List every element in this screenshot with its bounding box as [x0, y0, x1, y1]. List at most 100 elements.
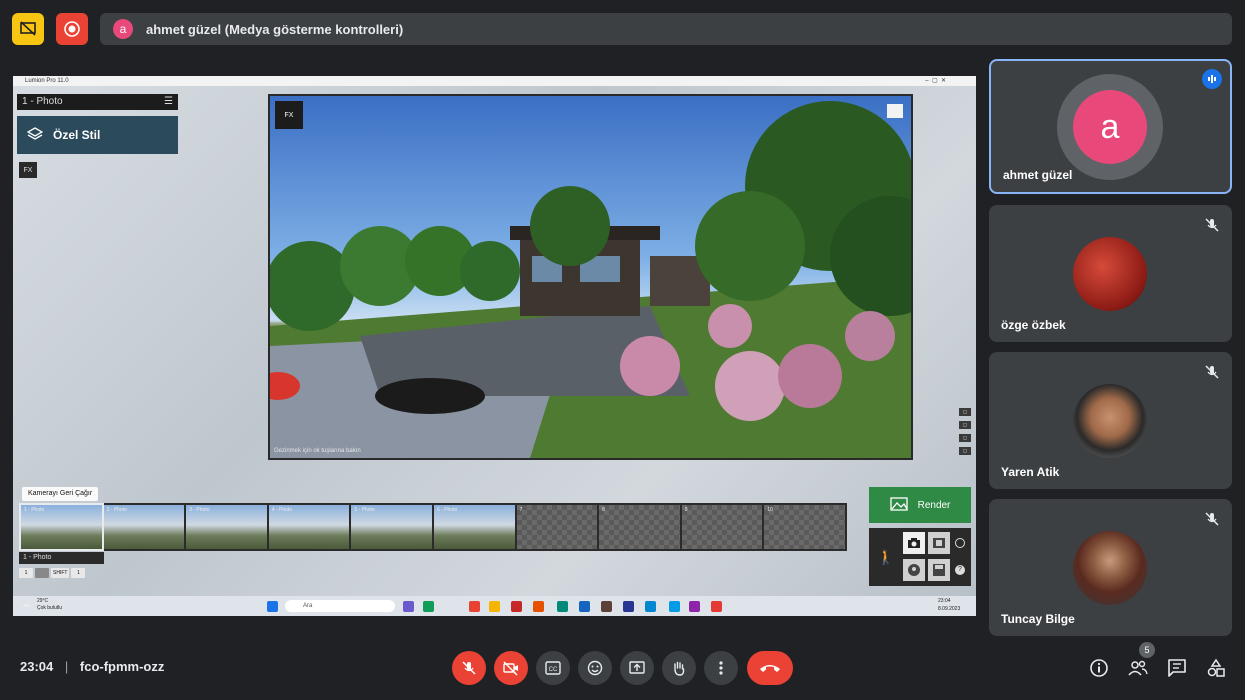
walk-mode-icon[interactable]: 🚶: [873, 532, 899, 582]
window-title: Lumion Pro 11.0: [25, 78, 69, 84]
thumbnail[interactable]: 3 - Photo: [186, 505, 267, 549]
weather-text: Çok bulutlu: [37, 605, 63, 611]
chrome-icon[interactable]: [711, 601, 722, 612]
windows-start-icon[interactable]: [267, 601, 278, 612]
thumbnail[interactable]: 1 - Photo: [19, 503, 104, 551]
app-icon[interactable]: [669, 601, 680, 612]
style-button-label: Özel Stil: [53, 128, 101, 142]
info-icon: [1090, 659, 1108, 677]
thumbnail-label: 8: [602, 507, 605, 513]
thumbnail-label: 10: [767, 507, 773, 513]
thumbnail-label: 5 - Photo: [354, 507, 375, 513]
key-hint: 1: [71, 568, 86, 578]
mic-off-icon: [1205, 218, 1219, 232]
panorama-icon[interactable]: [903, 559, 925, 581]
fx-overlay-icon[interactable]: FX: [275, 101, 303, 129]
mic-toggle-button[interactable]: [452, 651, 486, 685]
scene-viewport[interactable]: FX Gezinmek için ok tuşlarına bakın: [268, 94, 913, 460]
thumbnail-label: 3 - Photo: [189, 507, 210, 513]
viewport-tool-icon[interactable]: ◻: [959, 434, 971, 442]
scene-illustration: [270, 101, 911, 458]
meeting-details-button[interactable]: [1087, 656, 1111, 680]
presentation-off-icon[interactable]: [12, 13, 44, 45]
thumbnail[interactable]: 10: [764, 505, 845, 549]
app-icon[interactable]: [601, 601, 612, 612]
key-hint: 1: [19, 568, 33, 578]
thumbnail[interactable]: 4 - Photo: [268, 505, 350, 549]
taskbar-date: 8.09.2023: [938, 606, 961, 612]
captions-button[interactable]: CC: [536, 651, 570, 685]
taskbar-search[interactable]: Ara: [285, 600, 395, 612]
camera-icon[interactable]: [903, 532, 925, 554]
participant-tile[interactable]: Tuncay Bilge: [989, 499, 1232, 636]
svg-text:CC: CC: [549, 667, 558, 673]
image-icon: [889, 496, 908, 514]
thumbnail-label: 7: [519, 507, 523, 513]
app-icon[interactable]: [579, 601, 590, 612]
chat-icon: [1168, 659, 1186, 677]
speaking-icon: [1202, 69, 1222, 89]
movie-icon[interactable]: [928, 532, 950, 554]
telegram-icon[interactable]: [645, 601, 656, 612]
present-screen-button[interactable]: [620, 651, 654, 685]
viewport-corner-icon[interactable]: [887, 104, 903, 118]
raise-hand-button[interactable]: [662, 651, 696, 685]
recall-camera-tooltip: Kamerayı Geri Çağır: [22, 487, 99, 501]
participant-tile[interactable]: a ahmet güzel: [989, 59, 1232, 194]
app-icon[interactable]: [689, 601, 700, 612]
photo-thumbnails-strip: 1 - Photo 2 - Photo 3 - Photo 4 - Photo …: [19, 503, 847, 551]
people-button[interactable]: [1126, 656, 1150, 680]
weather-icon: ☁: [21, 599, 31, 610]
photo-header: 1 - Photo ☰: [17, 94, 178, 110]
thumbnail[interactable]: 6 - Photo: [433, 505, 515, 549]
viewport-tool-icon[interactable]: ◻: [959, 408, 971, 416]
app-icon[interactable]: [557, 601, 568, 612]
chat-button[interactable]: [1165, 656, 1189, 680]
window-controls-icon[interactable]: – ▢ ✕: [925, 76, 946, 86]
thumbnail[interactable]: 9: [681, 505, 763, 549]
edge-icon[interactable]: [423, 601, 434, 612]
help-icon[interactable]: ?: [955, 565, 965, 575]
weather-temp: 29°C: [37, 598, 49, 604]
taskbar-time: 23:04: [938, 598, 951, 604]
app-icon[interactable]: [403, 601, 414, 612]
app-icon[interactable]: [533, 601, 544, 612]
more-options-button[interactable]: [704, 651, 738, 685]
clock: 23:04: [20, 659, 54, 674]
mic-off-icon: [1205, 365, 1219, 379]
reactions-button[interactable]: [578, 651, 612, 685]
settings-icon[interactable]: [955, 538, 965, 548]
presenter-banner[interactable]: a ahmet güzel (Medya gösterme kontroller…: [100, 13, 1232, 45]
thumbnail[interactable]: 2 - Photo: [103, 505, 185, 549]
camera-toggle-button[interactable]: [494, 651, 528, 685]
activities-button[interactable]: [1204, 656, 1228, 680]
participant-tile[interactable]: özge özbek: [989, 205, 1232, 342]
menu-icon[interactable]: ☰: [164, 94, 173, 110]
hand-icon: [674, 661, 685, 676]
folder-icon[interactable]: [489, 601, 500, 612]
save-icon[interactable]: [928, 559, 950, 581]
separator: |: [64, 659, 69, 674]
leave-call-button[interactable]: [747, 651, 793, 685]
thumbnail-label: 4 - Photo: [271, 507, 293, 513]
fx-button[interactable]: FX: [19, 162, 37, 178]
thumbnail-label: 1 - Photo: [24, 507, 45, 513]
thumbnail[interactable]: 5 - Photo: [351, 505, 432, 549]
recording-icon[interactable]: [56, 13, 88, 45]
chrome-icon[interactable]: [469, 601, 480, 612]
viewport-tool-icon[interactable]: ◻: [959, 447, 971, 455]
phone-hangup-icon: [760, 665, 780, 672]
selected-thumbnail-label: 1 - Photo: [19, 552, 104, 564]
app-icon[interactable]: [623, 601, 634, 612]
meeting-code: fco-fpmm-ozz: [79, 659, 165, 674]
thumbnail[interactable]: 8: [599, 505, 680, 549]
viewport-tool-icon[interactable]: ◻: [959, 421, 971, 429]
render-button[interactable]: Render: [869, 487, 971, 523]
layers-icon: [26, 126, 44, 144]
thumbnail-label: 9: [684, 507, 688, 513]
keyboard-hints: 1 SHIFT 1: [19, 568, 86, 578]
style-button[interactable]: Özel Stil: [17, 116, 178, 154]
app-icon[interactable]: [511, 601, 522, 612]
thumbnail[interactable]: 7: [516, 505, 598, 549]
participant-tile[interactable]: Yaren Atik: [989, 352, 1232, 489]
